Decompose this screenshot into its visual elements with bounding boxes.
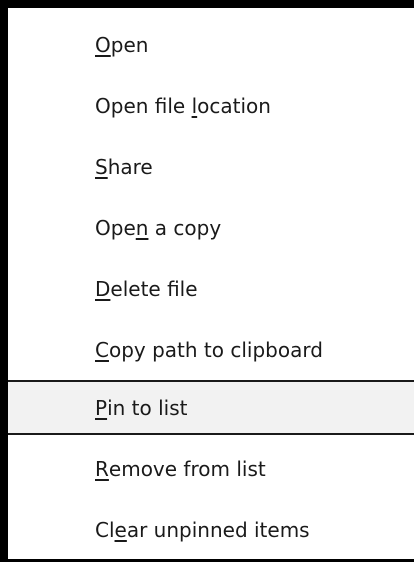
menu-item-label: Share [95, 154, 153, 179]
mnemonic-underline: C [95, 337, 109, 362]
menu-item-label: Cl e ar unpinned items [95, 517, 310, 542]
menu-item-label: Pin to list [95, 395, 188, 420]
menu-item-label: Copy path to clipboard [95, 337, 323, 362]
menu-item-share[interactable]: Share [8, 139, 414, 194]
mnemonic-underline: n [135, 215, 149, 240]
menu-item-pin-to-list[interactable]: Pin to list [8, 380, 414, 435]
menu-item-open[interactable]: Open [8, 17, 414, 72]
menu-item-delete-file[interactable]: Delete file [8, 261, 414, 316]
menu-item-remove-from-list[interactable]: Remove from list [8, 441, 414, 496]
mnemonic-underline: S [95, 154, 108, 179]
mnemonic-underline: R [95, 456, 109, 481]
menu-item-label: Ope n a copy [95, 215, 222, 240]
menu-item-label: Delete file [95, 276, 198, 301]
menu-item-clear-unpinned-items[interactable]: Cl e ar unpinned items [8, 502, 414, 557]
menu-item-label: Remove from list [95, 456, 266, 481]
menu-item-open-a-copy[interactable]: Ope n a copy [8, 200, 414, 255]
context-menu: Open Open file l ocation Share Ope n a cop… [8, 8, 414, 559]
mnemonic-underline: O [95, 32, 111, 57]
menu-item-open-file-location[interactable]: Open file l ocation [8, 78, 414, 133]
mnemonic-underline: P [95, 395, 108, 420]
menu-item-label: Open file l ocation [95, 93, 271, 118]
mnemonic-underline: D [95, 276, 111, 301]
menu-item-label: Open [95, 32, 149, 57]
mnemonic-underline: e [114, 517, 127, 542]
menu-item-copy-path-to-clipboard[interactable]: Copy path to clipboard [8, 322, 414, 377]
